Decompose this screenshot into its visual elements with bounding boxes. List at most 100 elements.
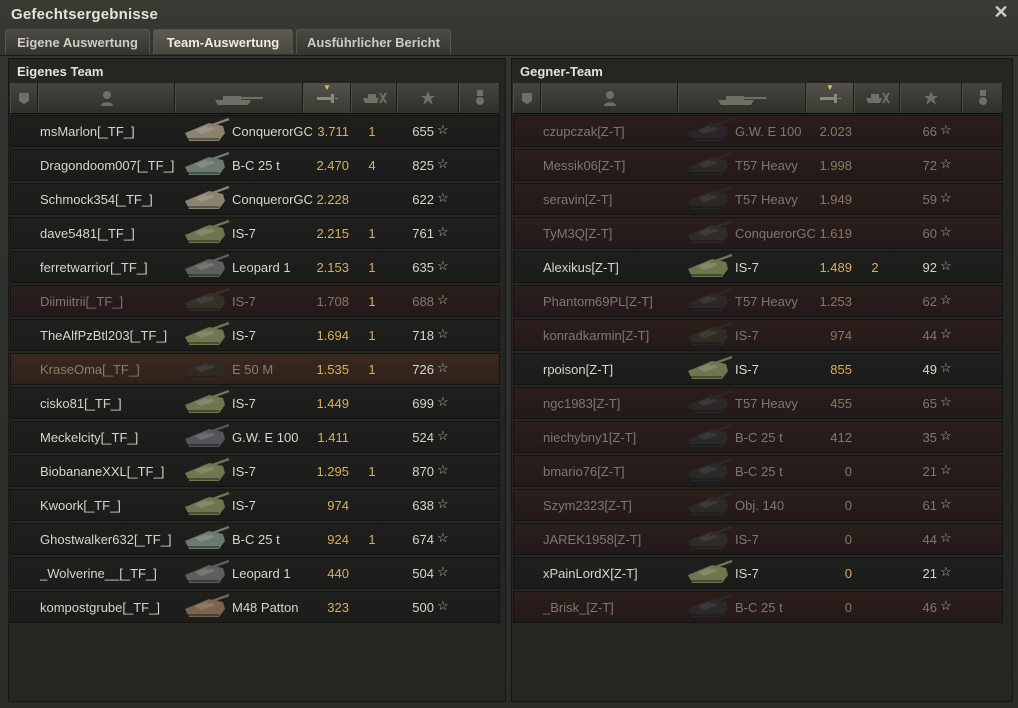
player-row[interactable]: Ghostwalker632[_TF_] B-C 25 t 924 1 674 ☆ xyxy=(10,523,500,555)
player-row[interactable]: niechybny1[Z-T] B-C 25 t 412 35 ☆ xyxy=(513,421,1003,453)
medal-icon[interactable] xyxy=(962,83,1003,113)
player-row[interactable]: JAREK1958[Z-T] IS-7 0 44 ☆ xyxy=(513,523,1003,555)
xp-value: 60 xyxy=(922,226,937,241)
tank-image-icon xyxy=(682,219,734,247)
player-row[interactable]: BiobananeXXL[_TF_] IS-7 1.295 1 870 ☆ xyxy=(10,455,500,487)
enemy-team-panel: Gegner-Team ▼ czupczak[Z-T] G.W. E 100 2… xyxy=(511,58,1013,702)
player-row[interactable]: xPainLordX[Z-T] IS-7 0 21 ☆ xyxy=(513,557,1003,589)
player-row[interactable]: Kwoork[_TF_] IS-7 974 638 ☆ xyxy=(10,489,500,521)
player-icon[interactable] xyxy=(541,83,678,113)
player-row[interactable]: TheAlfPzBtl203[_TF_] IS-7 1.694 1 718 ☆ xyxy=(10,319,500,351)
tank-image-icon xyxy=(682,525,734,553)
player-row[interactable]: Diimiitrii[_TF_] IS-7 1.708 1 688 ☆ xyxy=(10,285,500,317)
damage-value: 924 xyxy=(327,532,349,547)
close-icon[interactable]: ✕ xyxy=(992,3,1010,21)
tank-image-icon xyxy=(179,253,231,281)
player-row[interactable]: Phantom69PL[Z-T] T57 Heavy 1.253 62 ☆ xyxy=(513,285,1003,317)
player-name: KraseOma[_TF_] xyxy=(40,362,140,377)
player-row[interactable]: Schmock354[_TF_] ConquerorGC 2.228 622 ☆ xyxy=(10,183,500,215)
star-icon: ☆ xyxy=(940,530,952,545)
player-row[interactable]: ngc1983[Z-T] T57 Heavy 455 65 ☆ xyxy=(513,387,1003,419)
xp-value: 718 xyxy=(412,328,434,343)
player-row[interactable]: Dragondoom007[_TF_] B-C 25 t 2.470 4 825 ☆ xyxy=(10,149,500,181)
damage-icon[interactable]: ▼ xyxy=(303,83,351,113)
xp-icon[interactable] xyxy=(397,83,459,113)
xp-value: 65 xyxy=(922,396,937,411)
tank-image-icon xyxy=(179,219,231,247)
tank-image-icon xyxy=(682,593,734,621)
player-row[interactable]: cisko81[_TF_] IS-7 1.449 699 ☆ xyxy=(10,387,500,419)
tank-image-icon xyxy=(179,389,231,417)
kills-value: 1 xyxy=(368,532,376,547)
damage-value: 1.619 xyxy=(819,226,852,241)
player-row[interactable]: _Wolverine__[_TF_] Leopard 1 440 504 ☆ xyxy=(10,557,500,589)
medal-icon[interactable] xyxy=(459,83,500,113)
tank-image-icon xyxy=(682,457,734,485)
damage-value: 974 xyxy=(830,328,852,343)
squad-icon[interactable] xyxy=(513,83,541,113)
player-name: msMarlon[_TF_] xyxy=(40,124,135,139)
star-icon: ☆ xyxy=(437,496,449,511)
star-icon: ☆ xyxy=(437,122,449,137)
squad-icon[interactable] xyxy=(10,83,38,113)
damage-value: 0 xyxy=(844,464,852,479)
player-row[interactable]: msMarlon[_TF_] ConquerorGC 3.711 1 655 ☆ xyxy=(10,115,500,147)
xp-value: 62 xyxy=(922,294,937,309)
star-icon: ☆ xyxy=(940,496,952,511)
player-row[interactable]: seravin[Z-T] T57 Heavy 1.949 59 ☆ xyxy=(513,183,1003,215)
player-name: Szym2323[Z-T] xyxy=(543,498,632,513)
player-row[interactable]: Messik06[Z-T] T57 Heavy 1.998 72 ☆ xyxy=(513,149,1003,181)
kills-icon[interactable] xyxy=(351,83,397,113)
player-row[interactable]: rpoison[Z-T] IS-7 855 49 ☆ xyxy=(513,353,1003,385)
damage-value: 0 xyxy=(844,566,852,581)
tank-image-icon xyxy=(179,559,231,587)
star-icon: ☆ xyxy=(437,156,449,171)
tab-divider xyxy=(0,55,1018,56)
damage-value: 0 xyxy=(844,498,852,513)
player-row[interactable]: bmario76[Z-T] B-C 25 t 0 21 ☆ xyxy=(513,455,1003,487)
kills-icon[interactable] xyxy=(854,83,900,113)
player-row[interactable]: Alexikus[Z-T] IS-7 1.489 2 92 ☆ xyxy=(513,251,1003,283)
player-name: Kwoork[_TF_] xyxy=(40,498,121,513)
xp-icon[interactable] xyxy=(900,83,962,113)
own-team-header: ▼ xyxy=(10,83,500,114)
star-icon: ☆ xyxy=(437,360,449,375)
xp-value: 870 xyxy=(412,464,434,479)
player-row[interactable]: kompostgrube[_TF_] M48 Patton 323 500 ☆ xyxy=(10,591,500,623)
damage-icon[interactable]: ▼ xyxy=(806,83,854,113)
tab-own-evaluation[interactable]: Eigene Auswertung xyxy=(5,29,150,54)
player-name: TheAlfPzBtl203[_TF_] xyxy=(40,328,168,343)
player-row[interactable]: KraseOma[_TF_] E 50 M 1.535 1 726 ☆ xyxy=(10,353,500,385)
player-row[interactable]: TyM3Q[Z-T] ConquerorGC 1.619 60 ☆ xyxy=(513,217,1003,249)
damage-value: 412 xyxy=(830,430,852,445)
kills-value: 1 xyxy=(368,260,376,275)
tank-image-icon xyxy=(682,185,734,213)
damage-value: 855 xyxy=(830,362,852,377)
player-name: dave5481[_TF_] xyxy=(40,226,135,241)
xp-value: 92 xyxy=(922,260,937,275)
tab-team-evaluation[interactable]: Team-Auswertung xyxy=(153,29,293,54)
damage-value: 0 xyxy=(844,532,852,547)
tab-detailed-report[interactable]: Ausführlicher Bericht xyxy=(296,29,451,54)
player-row[interactable]: ferretwarrior[_TF_] Leopard 1 2.153 1 635 ☆ xyxy=(10,251,500,283)
damage-value: 1.949 xyxy=(819,192,852,207)
xp-value: 46 xyxy=(922,600,937,615)
damage-value: 0 xyxy=(844,600,852,615)
player-name: seravin[Z-T] xyxy=(543,192,613,207)
player-row[interactable]: czupczak[Z-T] G.W. E 100 2.023 66 ☆ xyxy=(513,115,1003,147)
player-row[interactable]: _Brisk_[Z-T] B-C 25 t 0 46 ☆ xyxy=(513,591,1003,623)
player-icon[interactable] xyxy=(38,83,175,113)
player-row[interactable]: dave5481[_TF_] IS-7 2.215 1 761 ☆ xyxy=(10,217,500,249)
xp-value: 622 xyxy=(412,192,434,207)
tank-icon[interactable] xyxy=(175,83,303,113)
tank-image-icon xyxy=(179,593,231,621)
player-row[interactable]: Szym2323[Z-T] Obj. 140 0 61 ☆ xyxy=(513,489,1003,521)
star-icon: ☆ xyxy=(437,292,449,307)
kills-value: 1 xyxy=(368,124,376,139)
damage-value: 1.253 xyxy=(819,294,852,309)
star-icon: ☆ xyxy=(940,292,952,307)
player-row[interactable]: Meckelcity[_TF_] G.W. E 100 1.411 524 ☆ xyxy=(10,421,500,453)
tank-icon[interactable] xyxy=(678,83,806,113)
player-row[interactable]: konradkarmin[Z-T] IS-7 974 44 ☆ xyxy=(513,319,1003,351)
tank-image-icon xyxy=(682,559,734,587)
